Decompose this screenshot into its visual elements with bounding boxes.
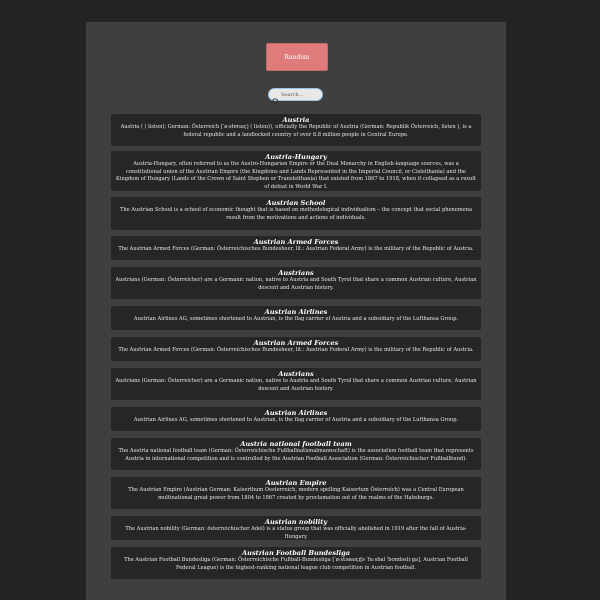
result-title: Austrian Airlines — [264, 409, 328, 417]
result-card-austrian-armed-forces[interactable]: Austrian Armed Forces The Austrian Armed… — [111, 236, 481, 260]
result-summary: Austria ( ( listen); German: Österreich … — [120, 124, 472, 138]
result-summary: Austria-Hungary, often referred to as th… — [116, 161, 476, 190]
result-summary: The Austrian Armed Forces (German: Öster… — [118, 246, 474, 252]
result-title: Austrian Football Bundesliga — [242, 549, 350, 557]
result-summary: Austrian Airlines AG, sometimes shortene… — [133, 417, 459, 423]
search-icon — [272, 91, 280, 106]
result-title: Austrian Armed Forces — [253, 339, 339, 347]
result-card-austrian-nobility[interactable]: Austrian nobility The Austrian nobility … — [111, 516, 481, 540]
result-card-austrian-airlines[interactable]: Austrian Airlines Austrian Airlines AG, … — [111, 306, 481, 330]
result-summary: Austrians (German: Österreicher) are a G… — [115, 277, 477, 291]
result-title: Austrian Empire — [265, 479, 327, 487]
random-button[interactable]: Random — [266, 43, 328, 71]
main-panel: Random Austria Austria ( ( listen); Germ… — [86, 22, 506, 600]
result-title: Austrians — [278, 370, 314, 378]
result-title: Austria national football team — [240, 440, 352, 448]
result-summary: Austrians (German: Österreicher) are a G… — [115, 378, 477, 392]
result-card-austria-national-football-team[interactable]: Austria national football team The Austr… — [111, 438, 481, 470]
result-summary: The Austrian Empire (Austrian German: Ka… — [128, 487, 464, 501]
result-title: Austrian School — [266, 199, 326, 207]
result-card-austrians[interactable]: Austrians Austrians (German: Österreiche… — [111, 368, 481, 400]
result-card-austrian-armed-forces[interactable]: Austrian Armed Forces The Austrian Armed… — [111, 337, 481, 361]
result-summary: The Austria national football team (Germ… — [118, 448, 474, 462]
result-summary: Austrian Airlines AG, sometimes shortene… — [133, 316, 459, 322]
result-title: Austrian Armed Forces — [253, 238, 339, 246]
result-title: Austria — [282, 116, 310, 124]
search-input[interactable] — [280, 91, 321, 98]
result-summary: The Austrian Armed Forces (German: Öster… — [118, 347, 474, 353]
result-title: Austrians — [278, 269, 314, 277]
result-title: Austrian nobility — [264, 518, 328, 526]
result-card-austrians[interactable]: Austrians Austrians (German: Österreiche… — [111, 267, 481, 299]
result-summary: The Austrian Football Bundesliga (German… — [124, 557, 468, 571]
result-card-austrian-empire[interactable]: Austrian Empire The Austrian Empire (Aus… — [111, 477, 481, 509]
result-card-austrian-airlines[interactable]: Austrian Airlines Austrian Airlines AG, … — [111, 407, 481, 431]
result-card-austrian-school[interactable]: Austrian School The Austrian School is a… — [111, 197, 481, 230]
result-summary: The Austrian nobility (German: österreic… — [125, 526, 467, 540]
result-title: Austrian Airlines — [264, 308, 328, 316]
result-card-austrian-football-bundesliga[interactable]: Austrian Football Bundesliga The Austria… — [111, 547, 481, 579]
result-card-austria-hungary[interactable]: Austria-Hungary Austria-Hungary, often r… — [111, 151, 481, 191]
search-box[interactable] — [268, 88, 323, 106]
result-card-austria[interactable]: Austria Austria ( ( listen); German: Öst… — [111, 114, 481, 146]
result-summary: The Austrian School is a school of econo… — [119, 207, 473, 221]
result-title: Austria-Hungary — [265, 153, 327, 161]
